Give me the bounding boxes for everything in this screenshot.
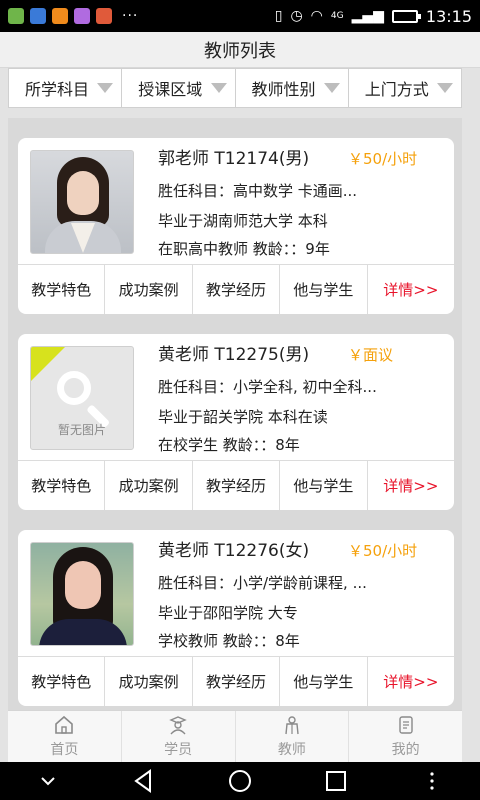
more-options-icon[interactable] bbox=[418, 768, 446, 794]
teacher-status: 在校学生 教龄：：8年 bbox=[158, 436, 300, 454]
teacher-education: 毕业于韶关学院 本科在读 bbox=[158, 408, 328, 426]
app-notification-icon bbox=[96, 8, 112, 24]
teacher-price: ￥50/小时 bbox=[348, 150, 418, 168]
app-notification-icon bbox=[30, 8, 46, 24]
filter-visit-mode[interactable]: 上门方式 bbox=[349, 69, 461, 107]
signal-icon: ▂▄▆ bbox=[351, 8, 384, 24]
nav-teachers[interactable]: 教师 bbox=[236, 711, 350, 762]
battery-icon bbox=[391, 9, 421, 23]
teacher-status: 学校教师 教龄：：8年 bbox=[158, 632, 300, 650]
more-notifications-icon: ··· bbox=[122, 8, 139, 24]
teacher-photo[interactable] bbox=[30, 150, 134, 254]
teacher-subjects: 胜任科目：小学全科, 初中全科... bbox=[158, 378, 377, 396]
nav-profile[interactable]: 我的 bbox=[349, 711, 462, 762]
recent-apps-icon[interactable] bbox=[322, 768, 350, 794]
teacher-photo-placeholder[interactable]: 暂无图片 bbox=[30, 346, 134, 450]
dropdown-arrow-icon bbox=[323, 83, 340, 93]
teaching-features-button[interactable]: 教学特色 bbox=[18, 657, 106, 706]
teacher-list[interactable]: 郭老师 T12174(男) ￥50/小时 胜任科目：高中数学 卡通画... 毕业… bbox=[8, 118, 462, 710]
teacher-name: 郭老师 T12174(男) bbox=[158, 149, 310, 169]
vibrate-icon: ▯ bbox=[274, 8, 283, 24]
nav-label: 首页 bbox=[50, 741, 79, 758]
success-cases-button[interactable]: 成功案例 bbox=[105, 461, 193, 510]
teacher-card[interactable]: 暂无图片 黄老师 T12275(男) ￥面议 胜任科目：小学全科, 初中全科..… bbox=[18, 334, 454, 510]
teacher-name: 黄老师 T12275(男) bbox=[158, 345, 310, 365]
teacher-name: 黄老师 T12276(女) bbox=[158, 541, 310, 561]
page-title: 教师列表 bbox=[0, 32, 480, 68]
filter-label: 所学科目 bbox=[25, 80, 90, 99]
nav-label: 学员 bbox=[164, 741, 193, 758]
details-link[interactable]: 详情>> bbox=[368, 461, 454, 510]
app-notification-icon bbox=[74, 8, 90, 24]
wechat-app-icon bbox=[8, 8, 24, 24]
teacher-subjects: 胜任科目：高中数学 卡通画... bbox=[158, 182, 358, 200]
nav-label: 我的 bbox=[391, 741, 420, 758]
teacher-price: ￥50/小时 bbox=[348, 542, 418, 560]
status-bar: ··· ▯ ◷ ◠ 4G ▂▄▆ 13:15 bbox=[0, 0, 480, 32]
teacher-card[interactable]: 黄老师 T12276(女) ￥50/小时 胜任科目：小学/学龄前课程, ... … bbox=[18, 530, 454, 706]
app-notification-icon bbox=[52, 8, 68, 24]
network-type: 4G bbox=[330, 11, 344, 21]
alarm-icon: ◷ bbox=[290, 8, 303, 24]
filter-label: 上门方式 bbox=[364, 80, 429, 99]
home-icon bbox=[55, 715, 74, 734]
back-icon[interactable] bbox=[130, 768, 158, 794]
card-actions: 教学特色 成功案例 教学经历 他与学生 详情>> bbox=[18, 460, 454, 510]
teacher-price: ￥面议 bbox=[348, 346, 394, 364]
system-nav-bar bbox=[0, 762, 480, 800]
teaching-experience-button[interactable]: 教学经历 bbox=[193, 265, 281, 314]
details-link[interactable]: 详情>> bbox=[368, 265, 454, 314]
teaching-experience-button[interactable]: 教学经历 bbox=[193, 461, 281, 510]
card-actions: 教学特色 成功案例 教学经历 他与学生 详情>> bbox=[18, 264, 454, 314]
filter-label: 授课区域 bbox=[138, 80, 203, 99]
nav-label: 教师 bbox=[277, 741, 306, 758]
dropdown-arrow-icon bbox=[210, 83, 227, 93]
filter-subject[interactable]: 所学科目 bbox=[9, 69, 123, 107]
notification-icons: ··· bbox=[8, 8, 138, 24]
with-students-button[interactable]: 他与学生 bbox=[280, 657, 368, 706]
filter-gender[interactable]: 教师性别 bbox=[236, 69, 349, 107]
magnifier-icon bbox=[57, 371, 91, 405]
details-link[interactable]: 详情>> bbox=[368, 657, 454, 706]
filter-area[interactable]: 授课区域 bbox=[122, 69, 236, 107]
placeholder-corner-icon bbox=[31, 347, 65, 381]
nav-students[interactable]: 学员 bbox=[122, 711, 236, 762]
teacher-education: 毕业于邵阳学院 大专 bbox=[158, 604, 298, 622]
chevron-down-icon[interactable] bbox=[34, 768, 62, 794]
card-actions: 教学特色 成功案例 教学经历 他与学生 详情>> bbox=[18, 656, 454, 706]
teacher-icon bbox=[285, 715, 299, 734]
teaching-experience-button[interactable]: 教学经历 bbox=[193, 657, 281, 706]
home-circle-icon[interactable] bbox=[226, 768, 254, 794]
teacher-status: 在职高中教师 教龄：：9年 bbox=[158, 240, 330, 258]
teacher-card[interactable]: 郭老师 T12174(男) ￥50/小时 胜任科目：高中数学 卡通画... 毕业… bbox=[18, 138, 454, 314]
dropdown-arrow-icon bbox=[97, 83, 114, 93]
teaching-features-button[interactable]: 教学特色 bbox=[18, 265, 106, 314]
filter-label: 教师性别 bbox=[251, 80, 316, 99]
no-image-text: 暂无图片 bbox=[57, 423, 106, 437]
bottom-nav: 首页 学员 教师 我的 bbox=[8, 710, 462, 762]
with-students-button[interactable]: 他与学生 bbox=[280, 265, 368, 314]
wifi-icon: ◠ bbox=[310, 8, 323, 24]
student-icon bbox=[169, 715, 187, 734]
success-cases-button[interactable]: 成功案例 bbox=[105, 265, 193, 314]
teaching-features-button[interactable]: 教学特色 bbox=[18, 461, 106, 510]
success-cases-button[interactable]: 成功案例 bbox=[105, 657, 193, 706]
profile-icon bbox=[398, 715, 413, 734]
nav-home[interactable]: 首页 bbox=[8, 711, 122, 762]
filter-bar: 所学科目 授课区域 教师性别 上门方式 bbox=[8, 68, 462, 108]
teacher-subjects: 胜任科目：小学/学龄前课程, ... bbox=[158, 574, 367, 592]
with-students-button[interactable]: 他与学生 bbox=[280, 461, 368, 510]
dropdown-arrow-icon bbox=[437, 83, 453, 93]
clock: 13:15 bbox=[425, 6, 472, 26]
teacher-education: 毕业于湖南师范大学 本科 bbox=[158, 212, 328, 230]
teacher-photo[interactable] bbox=[30, 542, 134, 646]
